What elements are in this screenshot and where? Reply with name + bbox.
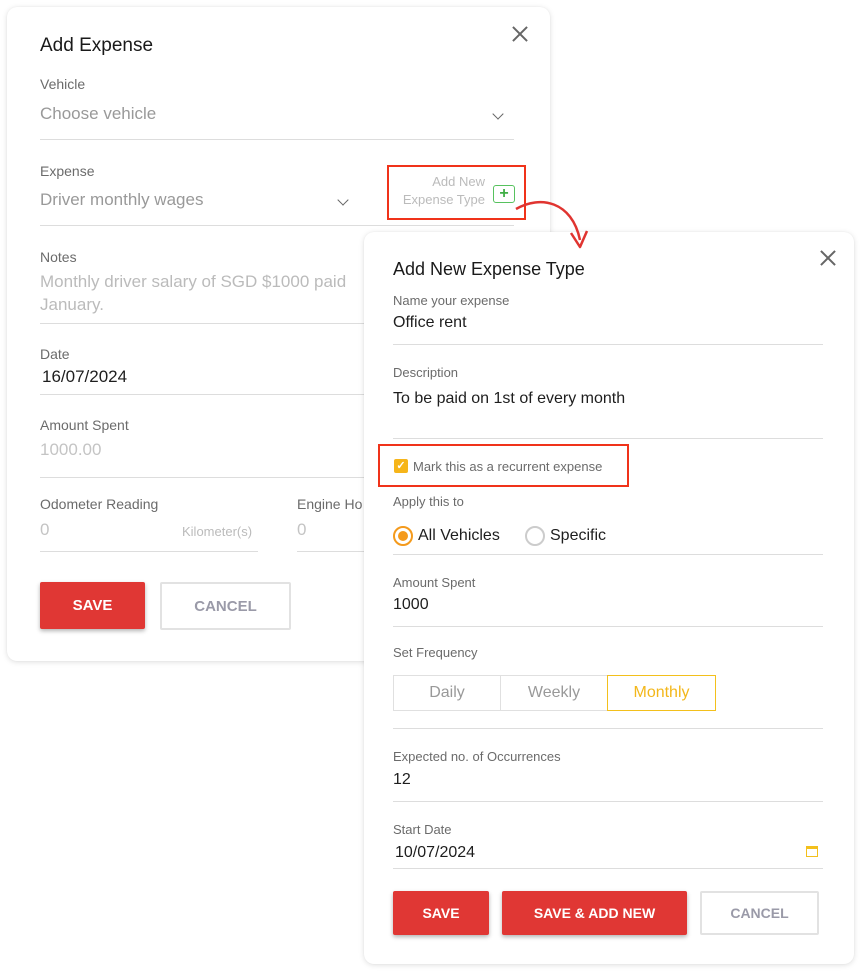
cancel-button[interactable]: CANCEL: [700, 891, 819, 935]
frequency-monthly[interactable]: Monthly: [607, 675, 716, 711]
amount-input[interactable]: 1000: [393, 596, 429, 614]
divider: [393, 868, 823, 869]
specific-label: Specific: [550, 527, 607, 544]
recurrent-label: Mark this as a recurrent expense: [413, 459, 603, 474]
divider: [40, 551, 258, 552]
divider: [393, 344, 823, 345]
chevron-down-icon[interactable]: [337, 194, 349, 206]
frequency-label: Set Frequency: [393, 645, 478, 660]
divider: [393, 438, 823, 439]
vehicle-label: Vehicle: [40, 76, 86, 92]
amount-label: Amount Spent: [393, 575, 476, 590]
apply-to-label: Apply this to: [393, 494, 464, 509]
all-vehicles-label: All Vehicles: [418, 527, 500, 544]
dialog-title: Add Expense: [40, 35, 154, 56]
odometer-unit: Kilometer(s): [182, 524, 253, 539]
dialog-title: Add New Expense Type: [393, 259, 585, 279]
date-input[interactable]: 16/07/2024: [42, 367, 127, 387]
calendar-icon[interactable]: [806, 846, 818, 857]
notes-line-1: Monthly driver salary of SGD $1000 paid: [40, 272, 347, 291]
highlight-box: [387, 165, 526, 220]
vehicle-select[interactable]: Choose vehicle: [40, 104, 156, 124]
save-button[interactable]: SAVE: [393, 891, 489, 935]
odometer-label: Odometer Reading: [40, 496, 159, 512]
arrow-annotation: [515, 201, 589, 249]
occurrences-input[interactable]: 12: [393, 771, 411, 789]
radio-all-vehicles[interactable]: [393, 526, 413, 546]
save-button[interactable]: SAVE: [40, 582, 145, 629]
close-icon[interactable]: [510, 24, 530, 44]
name-label: Name your expense: [393, 293, 510, 308]
expense-select[interactable]: Driver monthly wages: [40, 190, 203, 210]
start-date-input[interactable]: 10/07/2024: [395, 844, 475, 862]
amount-label: Amount Spent: [40, 417, 129, 433]
amount-input[interactable]: 1000.00: [40, 440, 101, 460]
chevron-down-icon[interactable]: [492, 108, 504, 120]
divider: [393, 554, 823, 555]
description-label: Description: [393, 365, 459, 380]
frequency-weekly[interactable]: Weekly: [500, 675, 608, 711]
divider: [393, 728, 823, 729]
close-icon[interactable]: [818, 248, 836, 266]
save-and-add-new-button[interactable]: SAVE & ADD NEW: [502, 891, 687, 935]
recurrent-checkbox[interactable]: ✓: [394, 459, 408, 473]
date-label: Date: [40, 346, 70, 362]
description-input[interactable]: To be paid on 1st of every month: [393, 390, 625, 408]
frequency-daily[interactable]: Daily: [393, 675, 501, 711]
add-expense-type-dialog: Add New Expense Type Name your expense O…: [364, 232, 854, 964]
radio-specific[interactable]: [525, 526, 545, 546]
engine-hours-label: Engine Ho: [297, 496, 363, 512]
notes-input[interactable]: Monthly driver salary of SGD $1000 paid …: [40, 270, 346, 316]
divider: [40, 225, 514, 226]
odometer-input[interactable]: 0: [40, 520, 49, 540]
divider: [393, 801, 823, 802]
cancel-button[interactable]: CANCEL: [160, 582, 291, 630]
start-date-label: Start Date: [393, 822, 452, 837]
divider: [393, 626, 823, 627]
name-input[interactable]: Office rent: [393, 314, 467, 332]
occurrences-label: Expected no. of Occurrences: [393, 749, 561, 764]
notes-label: Notes: [40, 249, 77, 265]
engine-hours-input[interactable]: 0: [297, 520, 306, 540]
expense-label: Expense: [40, 163, 95, 179]
divider: [40, 139, 514, 140]
notes-line-2: January.: [40, 295, 104, 314]
